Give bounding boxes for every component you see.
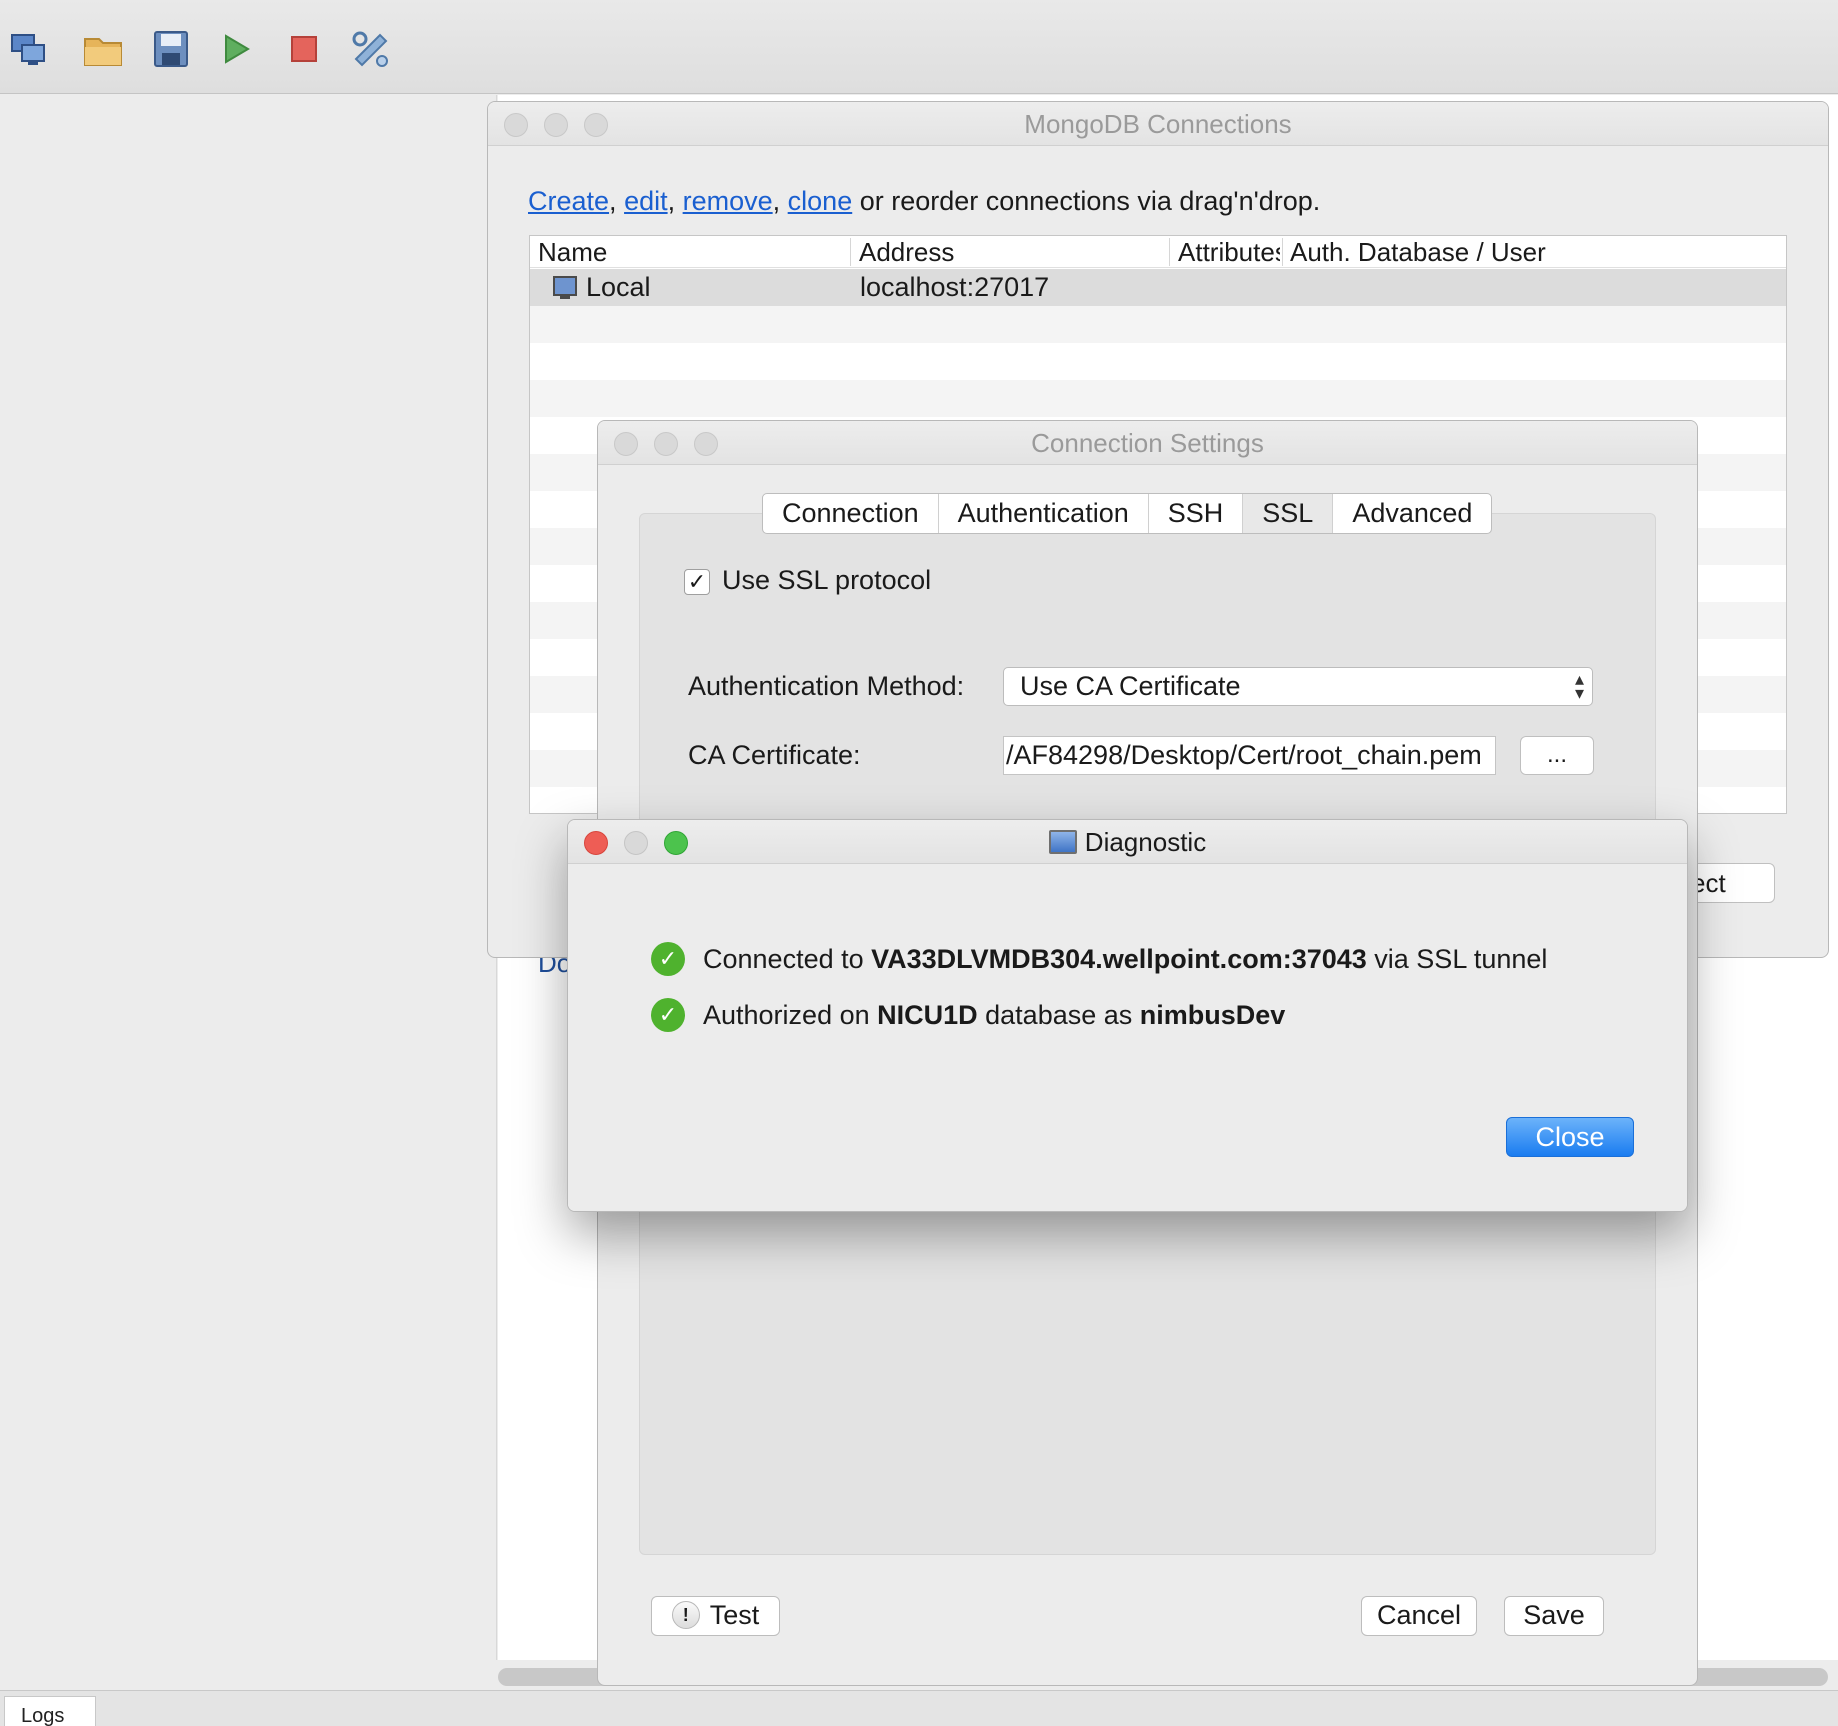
database-name: NICU1D [877,999,978,1030]
window-title: MongoDB Connections [1024,109,1292,139]
column-header-name[interactable]: Name [538,237,607,268]
window-controls [504,113,608,137]
tab-connection[interactable]: Connection [763,494,939,533]
tab-ssh[interactable]: SSH [1149,494,1244,533]
diagnostic-titlebar: Diagnostic [568,820,1687,864]
connections-intro: Create, edit, remove, clone or reorder c… [528,186,1320,217]
use-ssl-checkbox[interactable]: ✓ [684,569,710,595]
connection-name: Local [586,272,651,302]
checkmark-icon: ✓ [687,569,707,594]
status-text: Connected to VA33DLVMDB304.wellpoint.com… [703,944,1547,975]
run-icon[interactable] [213,26,259,72]
host-address: VA33DLVMDB304.wellpoint.com:37043 [871,943,1367,974]
remove-link[interactable]: remove [683,186,773,216]
cancel-button[interactable]: Cancel [1361,1596,1477,1636]
test-label: Test [709,1600,760,1630]
explorer-pane [0,95,497,1660]
tools-icon[interactable] [348,26,394,72]
close-window-button[interactable] [584,831,608,855]
browse-button[interactable]: ... [1520,736,1594,775]
window-title: Connection Settings [1031,428,1264,458]
select-arrows-icon: ▴ ▾ [1574,669,1584,703]
zoom-window-button[interactable] [664,831,688,855]
diagnostic-body: ✓ Connected to VA33DLVMDB304.wellpoint.c… [568,865,1687,1211]
intro-text: or reorder connections via drag'n'drop. [852,186,1321,216]
zoom-window-button[interactable] [694,432,718,456]
close-window-button[interactable] [614,432,638,456]
use-ssl-label: Use SSL protocol [722,565,932,595]
tab-authentication[interactable]: Authentication [939,494,1149,533]
column-header-auth[interactable]: Auth. Database / User [1290,237,1546,268]
close-button[interactable]: Close [1506,1117,1634,1157]
authorization-status: ✓ Authorized on NICU1D database as nimbu… [651,998,1285,1032]
status-prefix: Connected to [703,943,872,974]
connection-status: ✓ Connected to VA33DLVMDB304.wellpoint.c… [651,942,1547,976]
main-toolbar [0,0,1838,94]
status-suffix: via SSL tunnel [1366,943,1548,974]
logs-tab[interactable]: Logs [4,1696,96,1726]
clone-link[interactable]: clone [788,186,853,216]
status-middle: database as [977,999,1140,1030]
create-link[interactable]: Create [528,186,609,216]
connect-icon[interactable] [5,26,51,72]
table-header: Name Address Attributes Auth. Database /… [530,236,1786,268]
test-button[interactable]: ! Test [651,1596,780,1636]
auth-method-label: Authentication Method: [688,671,965,701]
zoom-window-button[interactable] [584,113,608,137]
tab-advanced[interactable]: Advanced [1333,494,1491,533]
separator: , [772,186,788,216]
close-window-button[interactable] [504,113,528,137]
column-header-attributes[interactable]: Attributes [1178,237,1280,268]
connection-settings-titlebar: Connection Settings [598,421,1697,465]
minimize-window-button[interactable] [544,113,568,137]
bottom-bar [0,1690,1838,1726]
window-controls [584,831,688,855]
save-icon[interactable] [148,26,194,72]
user-name: nimbusDev [1139,999,1286,1030]
check-circle-icon: ✓ [651,942,685,976]
connection-address: localhost:27017 [860,272,1050,302]
column-header-address[interactable]: Address [859,237,954,268]
save-button[interactable]: Save [1504,1596,1604,1636]
table-row[interactable]: Local localhost:27017 [530,269,1786,306]
ca-certificate-input[interactable]: /AF84298/Desktop/Cert/root_chain.pem [1003,736,1496,775]
server-icon [552,275,578,308]
minimize-window-button[interactable] [654,432,678,456]
dialog-title: Diagnostic [1048,820,1207,864]
check-circle-icon: ✓ [651,998,685,1032]
ca-certificate-label: CA Certificate: [688,740,861,770]
auth-method-value: Use CA Certificate [1020,671,1241,701]
tab-ssl[interactable]: SSL [1243,494,1334,533]
empty-row [530,380,1786,417]
stop-icon[interactable] [281,26,327,72]
settings-tabs: Connection Authentication SSH SSL Advanc… [762,493,1493,534]
empty-row [530,306,1786,343]
dialog-title-text: Diagnostic [1084,827,1207,857]
window-controls [614,432,718,456]
open-folder-icon[interactable] [80,26,126,72]
separator: , [609,186,625,216]
minimize-window-button[interactable] [624,831,648,855]
edit-link[interactable]: edit [624,186,668,216]
warning-icon: ! [671,1601,700,1629]
status-prefix: Authorized on [703,999,878,1030]
status-text: Authorized on NICU1D database as nimbusD… [703,1000,1285,1031]
diagnostic-dialog: Diagnostic ✓ Connected to VA33DLVMDB304.… [567,819,1688,1212]
auth-method-select[interactable]: Use CA Certificate ▴ ▾ [1003,667,1593,706]
monitor-icon [1048,830,1077,854]
mongodb-connections-titlebar: MongoDB Connections [488,102,1828,146]
separator: , [667,186,683,216]
